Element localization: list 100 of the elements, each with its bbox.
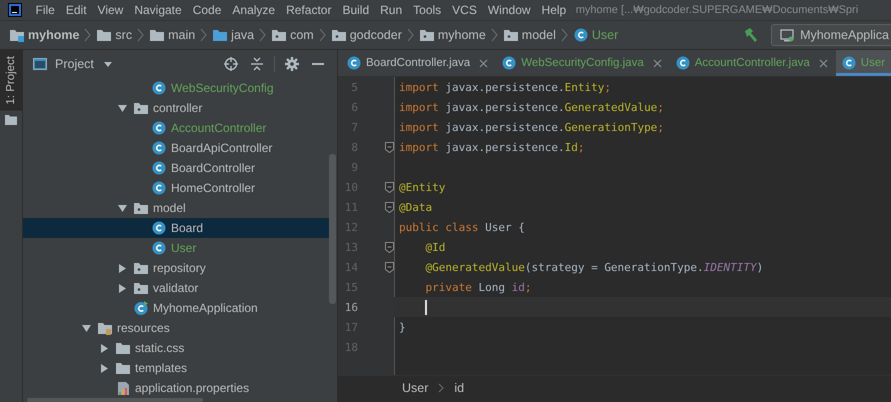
settings-icon	[285, 57, 299, 71]
tree-item[interactable]: static.css	[23, 338, 329, 358]
package-icon	[134, 201, 148, 215]
menu-item[interactable]: Analyze	[226, 3, 281, 17]
menu-item[interactable]: Refactor	[280, 3, 337, 17]
tree-item[interactable]: validator	[23, 278, 329, 298]
code-line: @GeneratedValue(strategy = GenerationType.IDENTITY)	[424, 260, 764, 274]
collapse-all-button[interactable]	[250, 57, 264, 71]
dropdown-caret-icon	[104, 62, 112, 66]
properties-file-icon	[116, 381, 130, 395]
close-icon	[479, 58, 488, 68]
folder-icon	[213, 28, 228, 42]
menu-item[interactable]: Code	[187, 3, 227, 17]
breadcrumb[interactable]: User	[574, 28, 618, 42]
folder-icon	[116, 361, 130, 375]
class-icon	[152, 161, 166, 175]
folder-icon	[150, 28, 164, 42]
menu-item[interactable]: Edit	[60, 3, 92, 17]
project-tool-tab[interactable]: 1: Project	[0, 50, 22, 111]
collapse-icon	[250, 57, 264, 71]
tree-item[interactable]: User	[23, 238, 329, 258]
tree-item[interactable]: AccountController	[23, 118, 329, 138]
code-line: import javax.persistence.Id;	[399, 140, 584, 154]
breadcrumb[interactable]: id	[454, 381, 464, 395]
breadcrumb[interactable]: godcoder	[332, 28, 402, 42]
menu-item[interactable]: Build	[336, 3, 375, 17]
folder-icon	[5, 114, 17, 125]
monitor-icon	[780, 28, 794, 42]
hammer-icon	[743, 27, 760, 43]
code-line: import javax.persistence.GenerationType;	[399, 120, 664, 134]
package-icon	[332, 28, 346, 42]
tree-item[interactable]: WebSecurityConfig	[23, 78, 329, 98]
breadcrumb[interactable]: model	[504, 28, 556, 42]
tree-item[interactable]: MyhomeApplication	[23, 298, 329, 318]
menu-item[interactable]: Help	[536, 3, 572, 17]
class-icon	[152, 241, 166, 255]
chevron-icon	[438, 383, 444, 393]
class-icon	[152, 81, 166, 95]
line-number: 16	[344, 300, 358, 314]
chevron-icon	[560, 28, 569, 42]
menu-item[interactable]: Run	[374, 3, 408, 17]
editor-tab[interactable]: AccountController.java	[670, 50, 836, 76]
text-cursor	[425, 300, 427, 314]
chevron-icon	[406, 28, 415, 42]
code-line: import javax.persistence.Entity;	[399, 80, 611, 94]
menu-item[interactable]: VCS	[446, 3, 482, 17]
window-icon	[33, 58, 47, 70]
breadcrumb[interactable]: User	[402, 381, 428, 395]
folder-icon	[116, 341, 130, 355]
tree-item[interactable]: BoardController	[23, 158, 329, 178]
menu-item[interactable]: File	[30, 3, 60, 17]
tree-item[interactable]: application.properties	[23, 378, 329, 398]
breadcrumb[interactable]: com	[272, 28, 314, 42]
tree-item[interactable]: repository	[23, 258, 329, 278]
tree-item[interactable]: controller	[23, 98, 329, 118]
class-icon	[676, 56, 690, 70]
chevron-icon	[490, 28, 499, 42]
class-icon	[842, 56, 856, 70]
class-icon	[152, 141, 166, 155]
code-line: public class User {	[399, 220, 525, 234]
tree-item[interactable]: templates	[23, 358, 329, 378]
breadcrumb[interactable]: java	[213, 28, 254, 42]
menu-item[interactable]: Window	[482, 3, 536, 17]
chevron-icon	[259, 28, 268, 42]
chevron-icon	[200, 28, 208, 42]
crosshair-button[interactable]	[224, 57, 238, 71]
breadcrumb[interactable]: myhome	[10, 28, 80, 42]
scrollbar[interactable]	[329, 154, 336, 304]
close-icon	[818, 58, 828, 68]
package-icon	[134, 261, 148, 275]
code-line: import javax.persistence.GeneratedValue;	[399, 100, 664, 114]
resources-folder-icon	[98, 321, 112, 335]
tree-item[interactable]: BoardApiController	[23, 138, 329, 158]
tree-item[interactable]: Board	[23, 218, 329, 238]
menu-item[interactable]: View	[92, 3, 129, 17]
editor-tab[interactable]: BoardController.java	[341, 50, 496, 76]
tree-item[interactable]: HomeController	[23, 178, 329, 198]
package-icon	[134, 101, 148, 115]
tree-item[interactable]: resources	[23, 318, 329, 338]
breadcrumb[interactable]: myhome	[420, 28, 486, 42]
package-icon	[272, 28, 286, 42]
code-line: @Entity	[399, 180, 446, 194]
breadcrumb[interactable]: src	[97, 28, 132, 42]
class-icon	[134, 301, 148, 315]
run-configuration-dropdown[interactable]: MyhomeApplica	[771, 24, 891, 46]
crosshair-icon	[224, 57, 238, 71]
package-icon	[504, 28, 518, 42]
view-selector[interactable]: Project	[33, 57, 112, 71]
editor-tab[interactable]: WebSecurityConfig.java	[496, 50, 670, 76]
menu-item[interactable]: Tools	[408, 3, 447, 17]
code-line: @Data	[399, 200, 432, 214]
class-icon	[152, 221, 166, 235]
class-icon	[152, 181, 166, 195]
breadcrumb[interactable]: main	[150, 28, 196, 42]
class-icon	[574, 28, 588, 42]
chevron-icon	[318, 28, 327, 42]
settings-button[interactable]	[285, 57, 299, 71]
package-icon	[134, 281, 148, 295]
menu-item[interactable]: Navigate	[128, 3, 188, 17]
tree-item[interactable]: model	[23, 198, 329, 218]
